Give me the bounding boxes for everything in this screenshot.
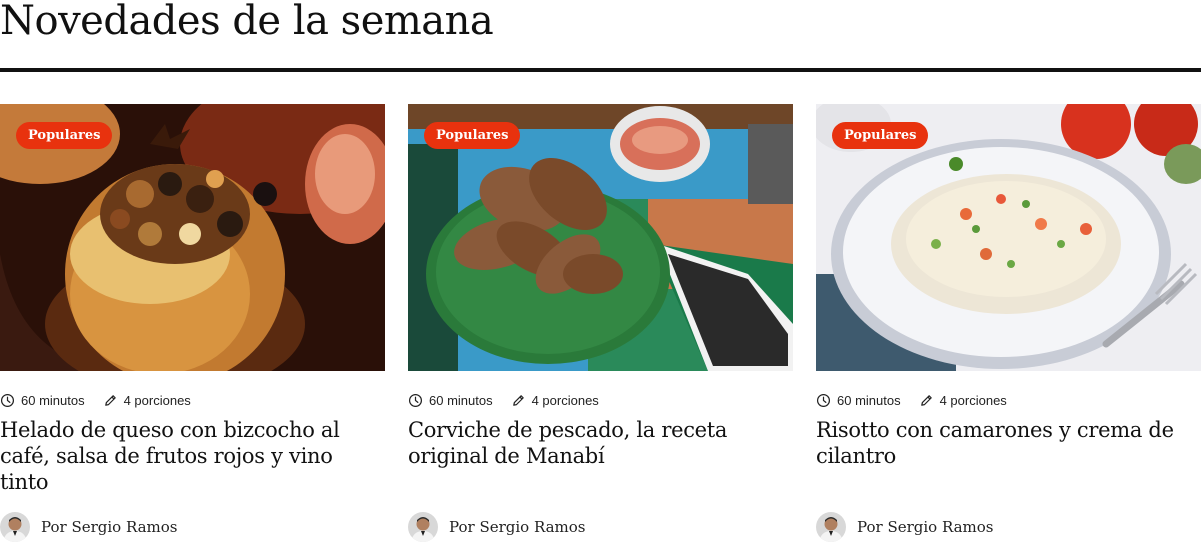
section-title: Novedades de la semana xyxy=(0,0,494,44)
recipe-meta: 60 minutos 4 porciones xyxy=(816,391,1007,409)
category-badge[interactable]: Populares xyxy=(424,122,521,149)
pencil-icon xyxy=(512,394,524,406)
author-name: Por Sergio Ramos xyxy=(449,518,586,536)
author-avatar xyxy=(408,512,438,542)
recipe-portions: 4 porciones xyxy=(123,392,191,408)
recipe-title[interactable]: Risotto con camarones y crema de cilantr… xyxy=(816,417,1201,469)
recipe-time: 60 minutos xyxy=(837,392,901,408)
recipe-author[interactable]: Por Sergio Ramos xyxy=(816,511,994,543)
recipe-meta: 60 minutos 4 porciones xyxy=(0,391,191,409)
category-badge[interactable]: Populares xyxy=(16,122,113,149)
recipe-meta: 60 minutos 4 porciones xyxy=(408,391,599,409)
category-badge[interactable]: Populares xyxy=(832,122,929,149)
author-avatar xyxy=(816,512,846,542)
recipe-author[interactable]: Por Sergio Ramos xyxy=(0,511,178,543)
recipe-time: 60 minutos xyxy=(21,392,85,408)
recipe-time: 60 minutos xyxy=(429,392,493,408)
recipe-image-risotto[interactable]: Populares xyxy=(816,104,1201,371)
clock-icon xyxy=(816,393,831,407)
author-avatar xyxy=(0,512,30,542)
recipe-title[interactable]: Corviche de pescado, la receta original … xyxy=(408,417,793,469)
recipe-portions: 4 porciones xyxy=(531,392,599,408)
recipe-title[interactable]: Helado de queso con bizcocho al café, sa… xyxy=(0,417,385,495)
recipe-image-baked-apple[interactable]: Populares xyxy=(0,104,385,371)
clock-icon xyxy=(408,393,423,407)
pencil-icon xyxy=(104,394,116,406)
recipe-card[interactable]: Populares 60 minutos 4 porciones Corvich… xyxy=(408,104,793,542)
recipe-card[interactable]: Populares 60 minutos 4 porciones Risotto… xyxy=(816,104,1201,542)
clock-icon xyxy=(0,393,15,407)
author-name: Por Sergio Ramos xyxy=(857,518,994,536)
recipe-card[interactable]: Populares 60 minutos 4 porciones Helado … xyxy=(0,104,385,542)
section-divider xyxy=(0,68,1201,72)
author-name: Por Sergio Ramos xyxy=(41,518,178,536)
recipe-author[interactable]: Por Sergio Ramos xyxy=(408,511,586,543)
recipe-image-corviche[interactable]: Populares xyxy=(408,104,793,371)
recipe-portions: 4 porciones xyxy=(939,392,1007,408)
pencil-icon xyxy=(920,394,932,406)
